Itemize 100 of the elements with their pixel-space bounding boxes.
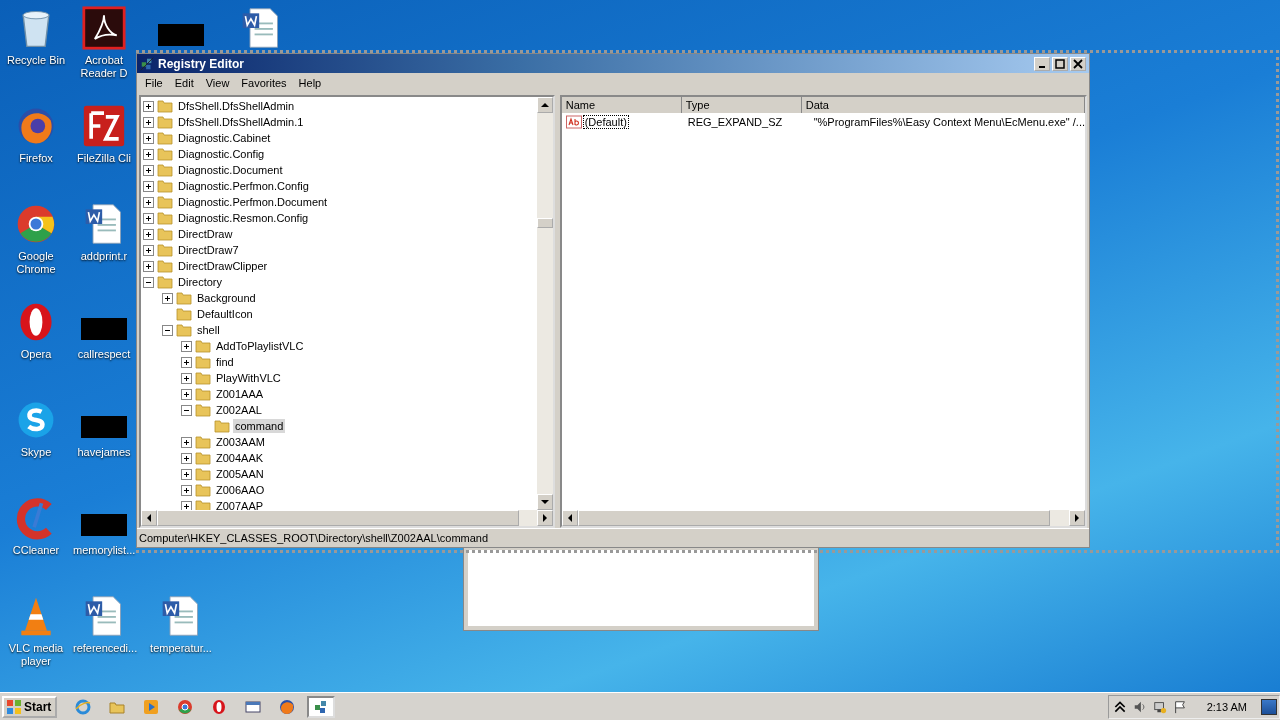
folder-icon [157, 130, 173, 146]
desktop-icon-label[interactable]: Acrobat Reader D [73, 54, 135, 80]
maximize-button[interactable] [1052, 56, 1068, 71]
desktop-icon-label[interactable]: CCleaner [12, 544, 60, 557]
folder-icon [195, 466, 211, 482]
menu-item[interactable]: View [199, 77, 236, 89]
opera-icon [211, 699, 228, 715]
filezilla-icon[interactable] [82, 104, 126, 148]
tree-item[interactable]: Z001AAA [214, 387, 266, 401]
tree-item[interactable]: DfsShell.DfsShellAdmin [176, 99, 297, 113]
tree-item[interactable]: find [214, 355, 236, 369]
expand-icon[interactable] [143, 180, 154, 192]
flag-icon[interactable] [1172, 700, 1187, 714]
network-icon[interactable] [1152, 700, 1167, 714]
tree-item[interactable]: Z005AAN [214, 467, 266, 481]
tree-item[interactable]: DirectDraw [176, 227, 235, 241]
expand-icon[interactable] [143, 164, 154, 176]
minimize-button[interactable] [1034, 56, 1050, 71]
desktop-icon-label[interactable]: Opera [20, 348, 52, 361]
scrollbar-thumb[interactable] [536, 218, 553, 228]
desktop-icon-label[interactable]: Firefox [19, 152, 53, 165]
chevron-up-icon[interactable] [1112, 700, 1127, 714]
expand-icon[interactable] [143, 196, 154, 208]
menu-item[interactable]: Edit [168, 77, 200, 89]
arrow-right-icon[interactable] [1073, 514, 1081, 522]
expand-icon[interactable] [181, 388, 192, 400]
speaker-icon[interactable] [1132, 700, 1147, 714]
expand-icon[interactable] [143, 148, 154, 160]
tree-item[interactable]: Z003AAM [214, 435, 267, 449]
arrow-right-icon[interactable] [540, 514, 549, 522]
desktop-icon-label[interactable]: Google Chrome [5, 250, 67, 276]
expand-icon[interactable] [181, 468, 192, 480]
tree-item[interactable]: Diagnostic.Config [176, 147, 267, 161]
clock[interactable]: 2:13 AM [1206, 701, 1247, 713]
menu-item[interactable]: Help [292, 77, 328, 89]
collapse-icon[interactable] [162, 324, 173, 336]
start-button[interactable]: Start [2, 696, 58, 718]
folder-icon [195, 482, 211, 498]
tree-item[interactable]: Diagnostic.Perfmon.Config [176, 179, 311, 193]
tree-item[interactable]: Diagnostic.Resmon.Config [176, 211, 311, 225]
tree-item[interactable]: Z004AAK [214, 451, 266, 465]
expand-icon[interactable] [143, 260, 154, 272]
menu-item[interactable]: Favorites [235, 77, 293, 89]
desktop-icon-label[interactable]: FileZilla Cli [77, 152, 131, 165]
tree-item[interactable]: Z002AAL [214, 403, 264, 417]
expand-icon[interactable] [143, 132, 154, 144]
desktop-icon-label[interactable]: memorylist... [73, 544, 135, 557]
tree-item[interactable]: Z007AAP [214, 499, 266, 510]
collapse-icon[interactable] [181, 404, 192, 416]
expand-icon[interactable] [181, 436, 192, 448]
tree-item[interactable]: Directory [176, 275, 224, 289]
tree-item[interactable]: DirectDraw7 [176, 243, 241, 257]
expand-icon[interactable] [162, 292, 173, 304]
value-name[interactable]: (Default) [582, 115, 629, 129]
tree-item[interactable]: Diagnostic.Perfmon.Document [176, 195, 330, 209]
column-header[interactable]: Data [801, 97, 1085, 113]
tree-item[interactable]: DfsShell.DfsShellAdmin.1 [176, 115, 306, 129]
expand-icon[interactable] [181, 356, 192, 368]
desktop-icon-label[interactable]: Recycle Bin [6, 54, 66, 67]
menu-item[interactable]: File [139, 77, 169, 89]
pdf-icon[interactable] [82, 6, 126, 50]
expand-icon[interactable] [143, 244, 154, 256]
expand-icon[interactable] [143, 100, 154, 112]
show-desktop-button[interactable] [1261, 699, 1277, 715]
tree-item[interactable]: Z006AAO [214, 483, 267, 497]
arrow-left-icon[interactable] [145, 514, 153, 522]
tree-item[interactable]: command [233, 419, 286, 433]
redacted-thumbnail[interactable] [81, 514, 127, 536]
desktop-icon-label[interactable]: callrespect [77, 348, 131, 361]
tree-item[interactable]: DefaultIcon [195, 307, 255, 321]
redacted-thumbnail[interactable] [81, 416, 127, 438]
taskbar-button[interactable] [307, 696, 336, 718]
tree-item[interactable]: PlayWithVLC [214, 371, 283, 385]
expand-icon[interactable] [143, 116, 154, 128]
expand-icon[interactable] [181, 452, 192, 464]
tree-item[interactable]: Background [195, 291, 258, 305]
tree-item[interactable]: shell [195, 323, 222, 337]
tree-item[interactable]: DirectDrawClipper [176, 259, 270, 273]
vertical-scrollbar[interactable] [536, 97, 553, 510]
collapse-icon[interactable] [143, 276, 154, 288]
desktop-icon-label[interactable]: Skype [20, 446, 52, 459]
expand-icon[interactable] [181, 340, 192, 352]
tree-item[interactable]: AddToPlaylistVLC [214, 339, 306, 353]
folder-icon [195, 402, 211, 418]
redacted-thumbnail[interactable] [158, 24, 204, 46]
desktop-icon-label[interactable]: havejames [77, 446, 131, 459]
column-header[interactable]: Type [681, 97, 802, 113]
expand-icon[interactable] [143, 212, 154, 224]
firefox-icon [279, 699, 296, 715]
tree-item[interactable]: Diagnostic.Cabinet [176, 131, 273, 145]
expand-icon[interactable] [181, 372, 192, 384]
close-button[interactable] [1070, 56, 1086, 71]
expand-icon[interactable] [181, 484, 192, 496]
expand-icon[interactable] [143, 228, 154, 240]
redacted-thumbnail[interactable] [81, 318, 127, 340]
arrow-up-icon[interactable] [540, 101, 549, 109]
arrow-down-icon[interactable] [540, 498, 549, 506]
desktop-icon-label[interactable]: addprint.r [80, 250, 128, 263]
column-header[interactable]: Name [561, 97, 682, 113]
tree-item[interactable]: Diagnostic.Document [176, 163, 285, 177]
